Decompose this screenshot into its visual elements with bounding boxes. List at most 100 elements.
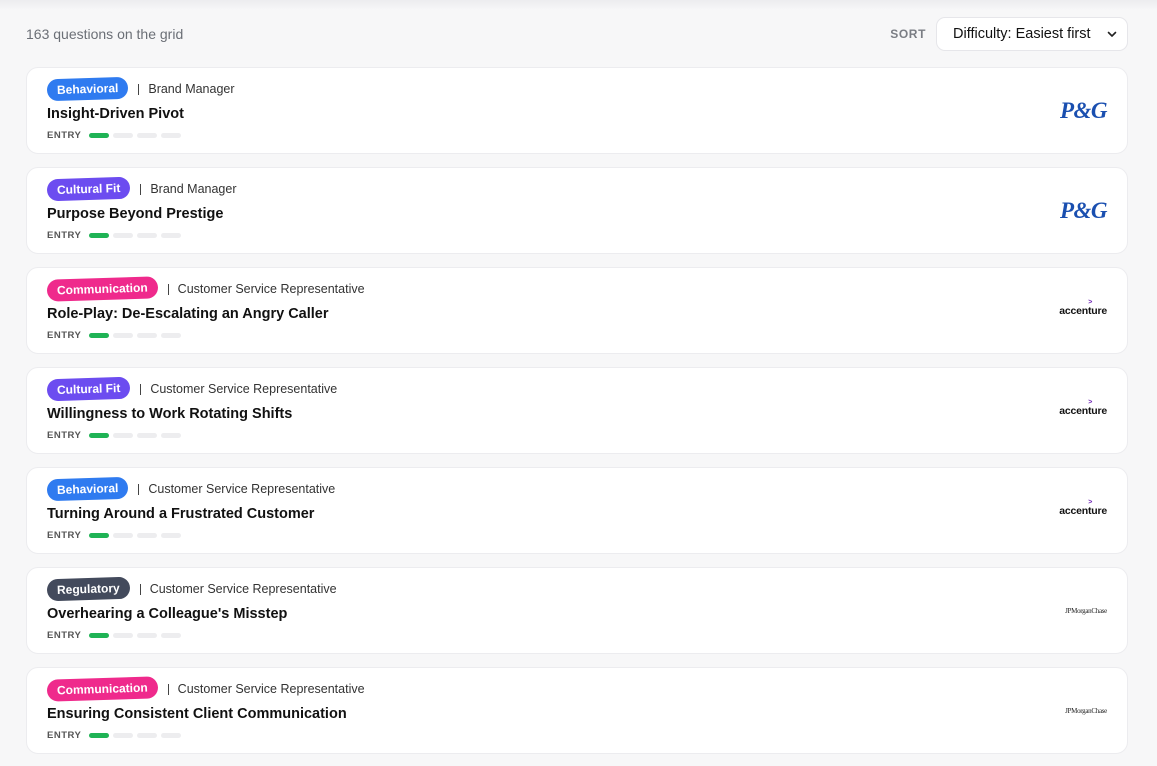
question-card[interactable]: Behavioral Brand Manager Insight-Driven …: [26, 67, 1128, 154]
difficulty-bar: [89, 633, 110, 638]
difficulty-bar: [161, 533, 182, 538]
question-title: Role-Play: De-Escalating an Angry Caller: [47, 306, 329, 322]
question-count: 163 questions on the grid: [26, 26, 184, 42]
company-logo: P&G: [1059, 97, 1108, 123]
difficulty-bar: [137, 733, 158, 738]
difficulty-indicator: ENTRY: [47, 130, 1107, 141]
difficulty-bar: [137, 533, 158, 538]
difficulty-indicator: ENTRY: [47, 430, 1107, 441]
question-card[interactable]: Communication Customer Service Represent…: [26, 267, 1128, 354]
category-tag: Communication: [46, 276, 158, 302]
company-logo: > accenture: [1059, 499, 1107, 517]
company-logo-wrap: JPMorganChase: [1065, 607, 1107, 615]
divider: [138, 83, 140, 95]
question-meta: Communication Customer Service Represent…: [46, 276, 1107, 302]
question-card[interactable]: Communication Customer Service Represent…: [26, 667, 1128, 754]
company-logo-text: accenture: [1059, 504, 1107, 517]
difficulty-bar: [113, 233, 134, 238]
role-name: Customer Service Representative: [149, 582, 337, 596]
difficulty-bar: [137, 133, 158, 138]
question-title: Ensuring Consistent Client Communication: [47, 706, 347, 722]
list-toolbar: 163 questions on the grid SORT Difficult…: [26, 17, 1128, 51]
category-tag: Regulatory: [46, 576, 131, 602]
difficulty-bar: [89, 133, 110, 138]
accent-mark-icon: >: [1088, 498, 1093, 506]
company-logo: JPMorganChase: [1065, 706, 1107, 715]
question-card[interactable]: Cultural Fit Customer Service Representa…: [26, 367, 1128, 454]
question-meta: Communication Customer Service Represent…: [46, 676, 1107, 702]
company-logo-wrap: > accenture: [1059, 499, 1107, 517]
difficulty-label: ENTRY: [47, 630, 82, 641]
difficulty-bar: [89, 733, 110, 738]
question-title: Turning Around a Frustrated Customer: [47, 506, 315, 522]
company-logo: JPMorganChase: [1065, 606, 1107, 615]
company-logo-text: accenture: [1059, 404, 1107, 417]
difficulty-bar: [113, 133, 134, 138]
difficulty-indicator: ENTRY: [47, 530, 1107, 541]
difficulty-bar: [137, 233, 158, 238]
difficulty-bar: [137, 433, 158, 438]
divider: [140, 383, 142, 395]
question-title: Purpose Beyond Prestige: [47, 206, 224, 222]
divider: [167, 683, 169, 695]
difficulty-bar: [161, 733, 182, 738]
question-title: Willingness to Work Rotating Shifts: [47, 406, 293, 422]
question-meta: Behavioral Customer Service Representati…: [46, 476, 1107, 502]
role-name: Customer Service Representative: [148, 482, 336, 496]
difficulty-bar: [113, 333, 134, 338]
sort-select[interactable]: Difficulty: Easiest first: [936, 17, 1128, 51]
sort-label: SORT: [890, 27, 926, 41]
question-card[interactable]: Cultural Fit Brand Manager Purpose Beyon…: [26, 167, 1128, 254]
divider: [139, 583, 141, 595]
difficulty-bar: [113, 633, 134, 638]
difficulty-bar: [113, 533, 134, 538]
company-logo-text: accenture: [1059, 304, 1107, 317]
company-logo: > accenture: [1059, 399, 1107, 417]
difficulty-indicator: ENTRY: [47, 630, 1107, 641]
difficulty-indicator: ENTRY: [47, 330, 1107, 341]
role-name: Brand Manager: [150, 182, 237, 196]
difficulty-bar: [161, 233, 182, 238]
divider: [138, 483, 140, 495]
difficulty-bar: [89, 333, 110, 338]
difficulty-bar: [113, 733, 134, 738]
difficulty-bar: [113, 433, 134, 438]
question-card[interactable]: Regulatory Customer Service Representati…: [26, 567, 1128, 654]
difficulty-label: ENTRY: [47, 730, 82, 741]
divider: [140, 183, 142, 195]
category-tag: Behavioral: [46, 76, 129, 102]
question-meta: Cultural Fit Customer Service Representa…: [46, 376, 1107, 402]
company-logo: P&G: [1059, 197, 1108, 223]
question-card[interactable]: Behavioral Customer Service Representati…: [26, 467, 1128, 554]
difficulty-label: ENTRY: [47, 230, 82, 241]
difficulty-bar: [137, 633, 158, 638]
difficulty-bar: [89, 533, 110, 538]
company-logo-wrap: > accenture: [1059, 299, 1107, 317]
difficulty-label: ENTRY: [47, 330, 82, 341]
chevron-down-icon: [1107, 31, 1117, 37]
question-title: Insight-Driven Pivot: [47, 106, 184, 122]
difficulty-bar: [161, 433, 182, 438]
role-name: Customer Service Representative: [177, 282, 365, 296]
difficulty-indicator: ENTRY: [47, 730, 1107, 741]
question-meta: Cultural Fit Brand Manager: [46, 176, 1107, 202]
category-tag: Cultural Fit: [46, 376, 131, 402]
sort-control: SORT Difficulty: Easiest first: [890, 17, 1128, 51]
accent-mark-icon: >: [1088, 398, 1093, 406]
difficulty-label: ENTRY: [47, 130, 82, 141]
accent-mark-icon: >: [1088, 298, 1093, 306]
company-logo-wrap: JPMorganChase: [1065, 707, 1107, 715]
question-meta: Regulatory Customer Service Representati…: [46, 576, 1107, 602]
top-shadow: [0, 0, 1157, 10]
company-logo-wrap: P&G: [1059, 197, 1108, 224]
question-list: Behavioral Brand Manager Insight-Driven …: [26, 67, 1128, 754]
difficulty-bar: [161, 333, 182, 338]
question-meta: Behavioral Brand Manager: [46, 76, 1107, 102]
company-logo-wrap: P&G: [1059, 97, 1108, 124]
category-tag: Behavioral: [46, 476, 129, 502]
category-tag: Communication: [46, 676, 158, 702]
sort-select-value: Difficulty: Easiest first: [953, 26, 1091, 42]
question-title: Overhearing a Colleague's Misstep: [47, 606, 288, 622]
difficulty-label: ENTRY: [47, 530, 82, 541]
category-tag: Cultural Fit: [46, 176, 131, 202]
